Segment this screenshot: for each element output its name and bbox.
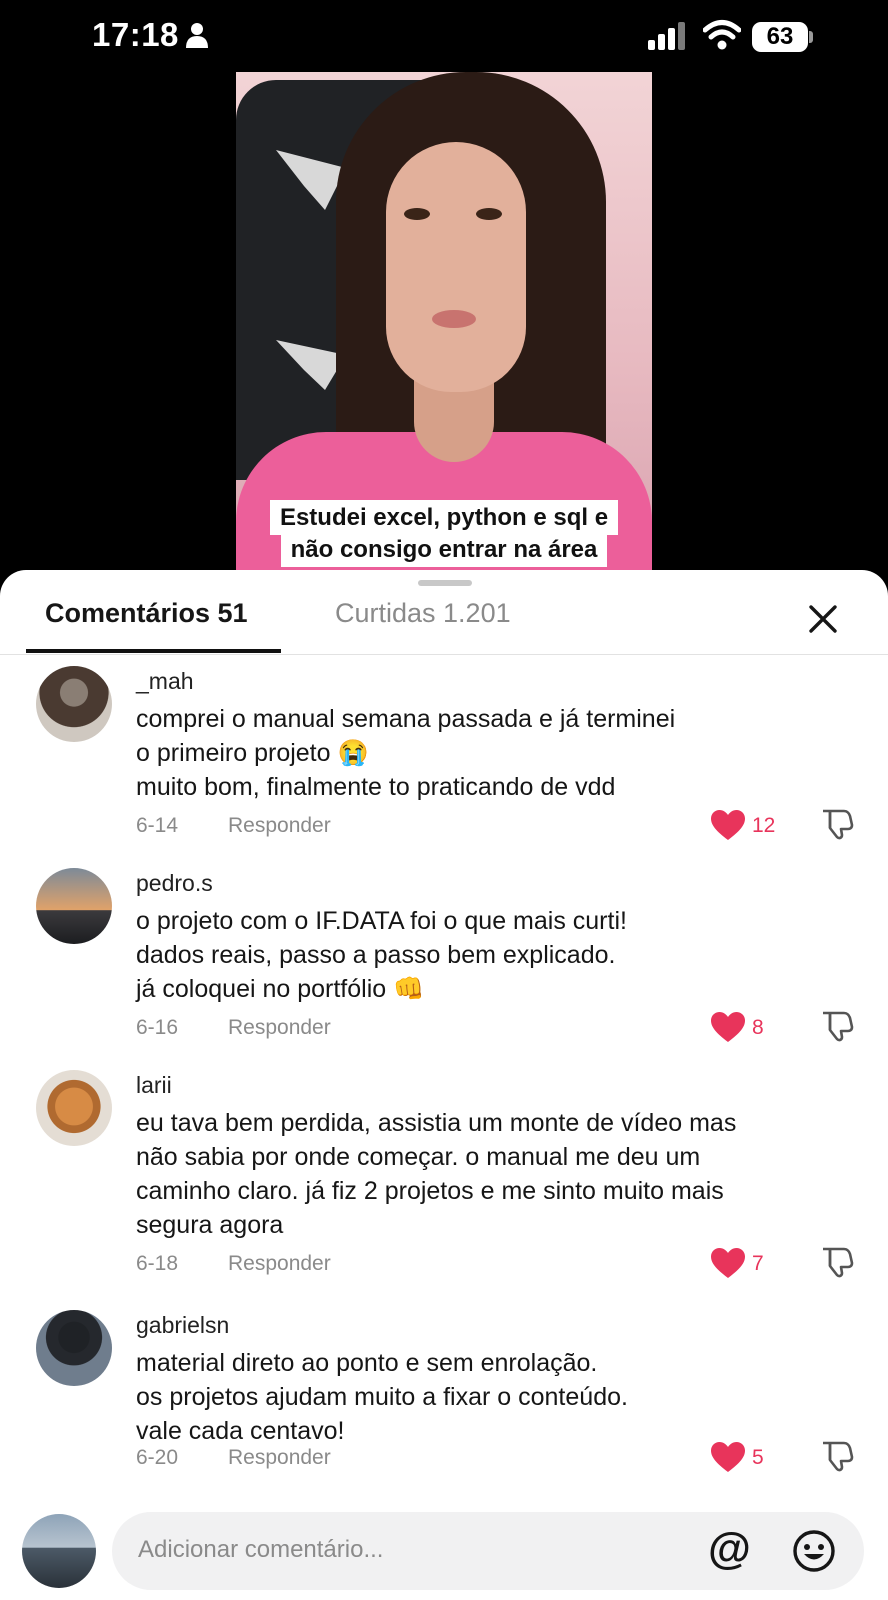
video-person-face — [386, 142, 526, 392]
status-bar: 17:18 63 — [0, 0, 888, 72]
battery-indicator: 63 — [752, 22, 808, 52]
close-icon[interactable] — [806, 602, 840, 636]
like-count: 8 — [752, 1016, 764, 1039]
dislike-icon[interactable] — [820, 1245, 854, 1279]
tab-likes[interactable]: Curtidas 1.201 — [335, 598, 511, 629]
comment-text: comprei o manual semana passada e já ter… — [136, 705, 676, 801]
reply-button[interactable]: Responder — [228, 1016, 331, 1040]
my-avatar — [22, 1514, 96, 1588]
battery-tip — [809, 31, 813, 43]
heart-icon[interactable] — [710, 809, 746, 841]
avatar[interactable] — [36, 1310, 112, 1386]
comments-sheet: Comentários 51 Curtidas 1.201 _mah compr… — [0, 570, 888, 1600]
tab-comments[interactable]: Comentários 51 — [45, 598, 248, 629]
comment-input[interactable]: Adicionar comentário... @ — [112, 1512, 864, 1590]
comment-date: 6-14 — [136, 814, 179, 837]
heart-icon[interactable] — [710, 1247, 746, 1279]
dislike-icon[interactable] — [820, 1439, 854, 1473]
reply-button[interactable]: Responder — [228, 1252, 331, 1276]
mention-icon[interactable]: @ — [708, 1524, 751, 1574]
comment-input-bar: Adicionar comentário... @ — [0, 1510, 888, 1600]
comment-date: 6-16 — [136, 1016, 179, 1039]
comment-text: eu tava bem perdida, assistia um monte d… — [136, 1109, 737, 1239]
active-tab-indicator — [26, 649, 281, 653]
reply-button[interactable]: Responder — [228, 814, 331, 838]
reply-button[interactable]: Responder — [228, 1446, 331, 1470]
like-count: 12 — [752, 814, 776, 837]
sheet-grabber[interactable] — [418, 580, 472, 586]
comment-username[interactable]: gabrielsn — [136, 1312, 229, 1339]
comment-username[interactable]: larii — [136, 1072, 172, 1099]
status-time: 17:18 — [92, 16, 179, 53]
like-count: 7 — [752, 1252, 764, 1275]
heart-icon[interactable] — [710, 1441, 746, 1473]
comment-username[interactable]: pedro.s — [136, 870, 213, 897]
like-count: 5 — [752, 1446, 764, 1469]
comment-text: material direto ao ponto e sem enrolação… — [136, 1349, 628, 1445]
person-icon — [186, 23, 208, 48]
comment-date: 6-20 — [136, 1446, 179, 1469]
tabs-divider — [0, 654, 888, 655]
dislike-icon[interactable] — [820, 807, 854, 841]
signal-icon — [648, 22, 685, 50]
comment-input-placeholder: Adicionar comentário... — [138, 1536, 384, 1563]
video-player[interactable]: Estudei excel, python e sql e não consig… — [236, 72, 652, 570]
comment-date: 6-18 — [136, 1252, 179, 1275]
avatar[interactable] — [36, 666, 112, 742]
avatar[interactable] — [36, 868, 112, 944]
comment-text: o projeto com o IF.DATA foi o que mais c… — [136, 907, 627, 1003]
comment-username[interactable]: _mah — [136, 668, 194, 695]
video-caption: Estudei excel, python e sql e não consig… — [258, 500, 630, 567]
wifi-icon — [703, 20, 741, 50]
heart-icon[interactable] — [710, 1011, 746, 1043]
avatar[interactable] — [36, 1070, 112, 1146]
emoji-icon[interactable] — [792, 1529, 836, 1573]
dislike-icon[interactable] — [820, 1009, 854, 1043]
